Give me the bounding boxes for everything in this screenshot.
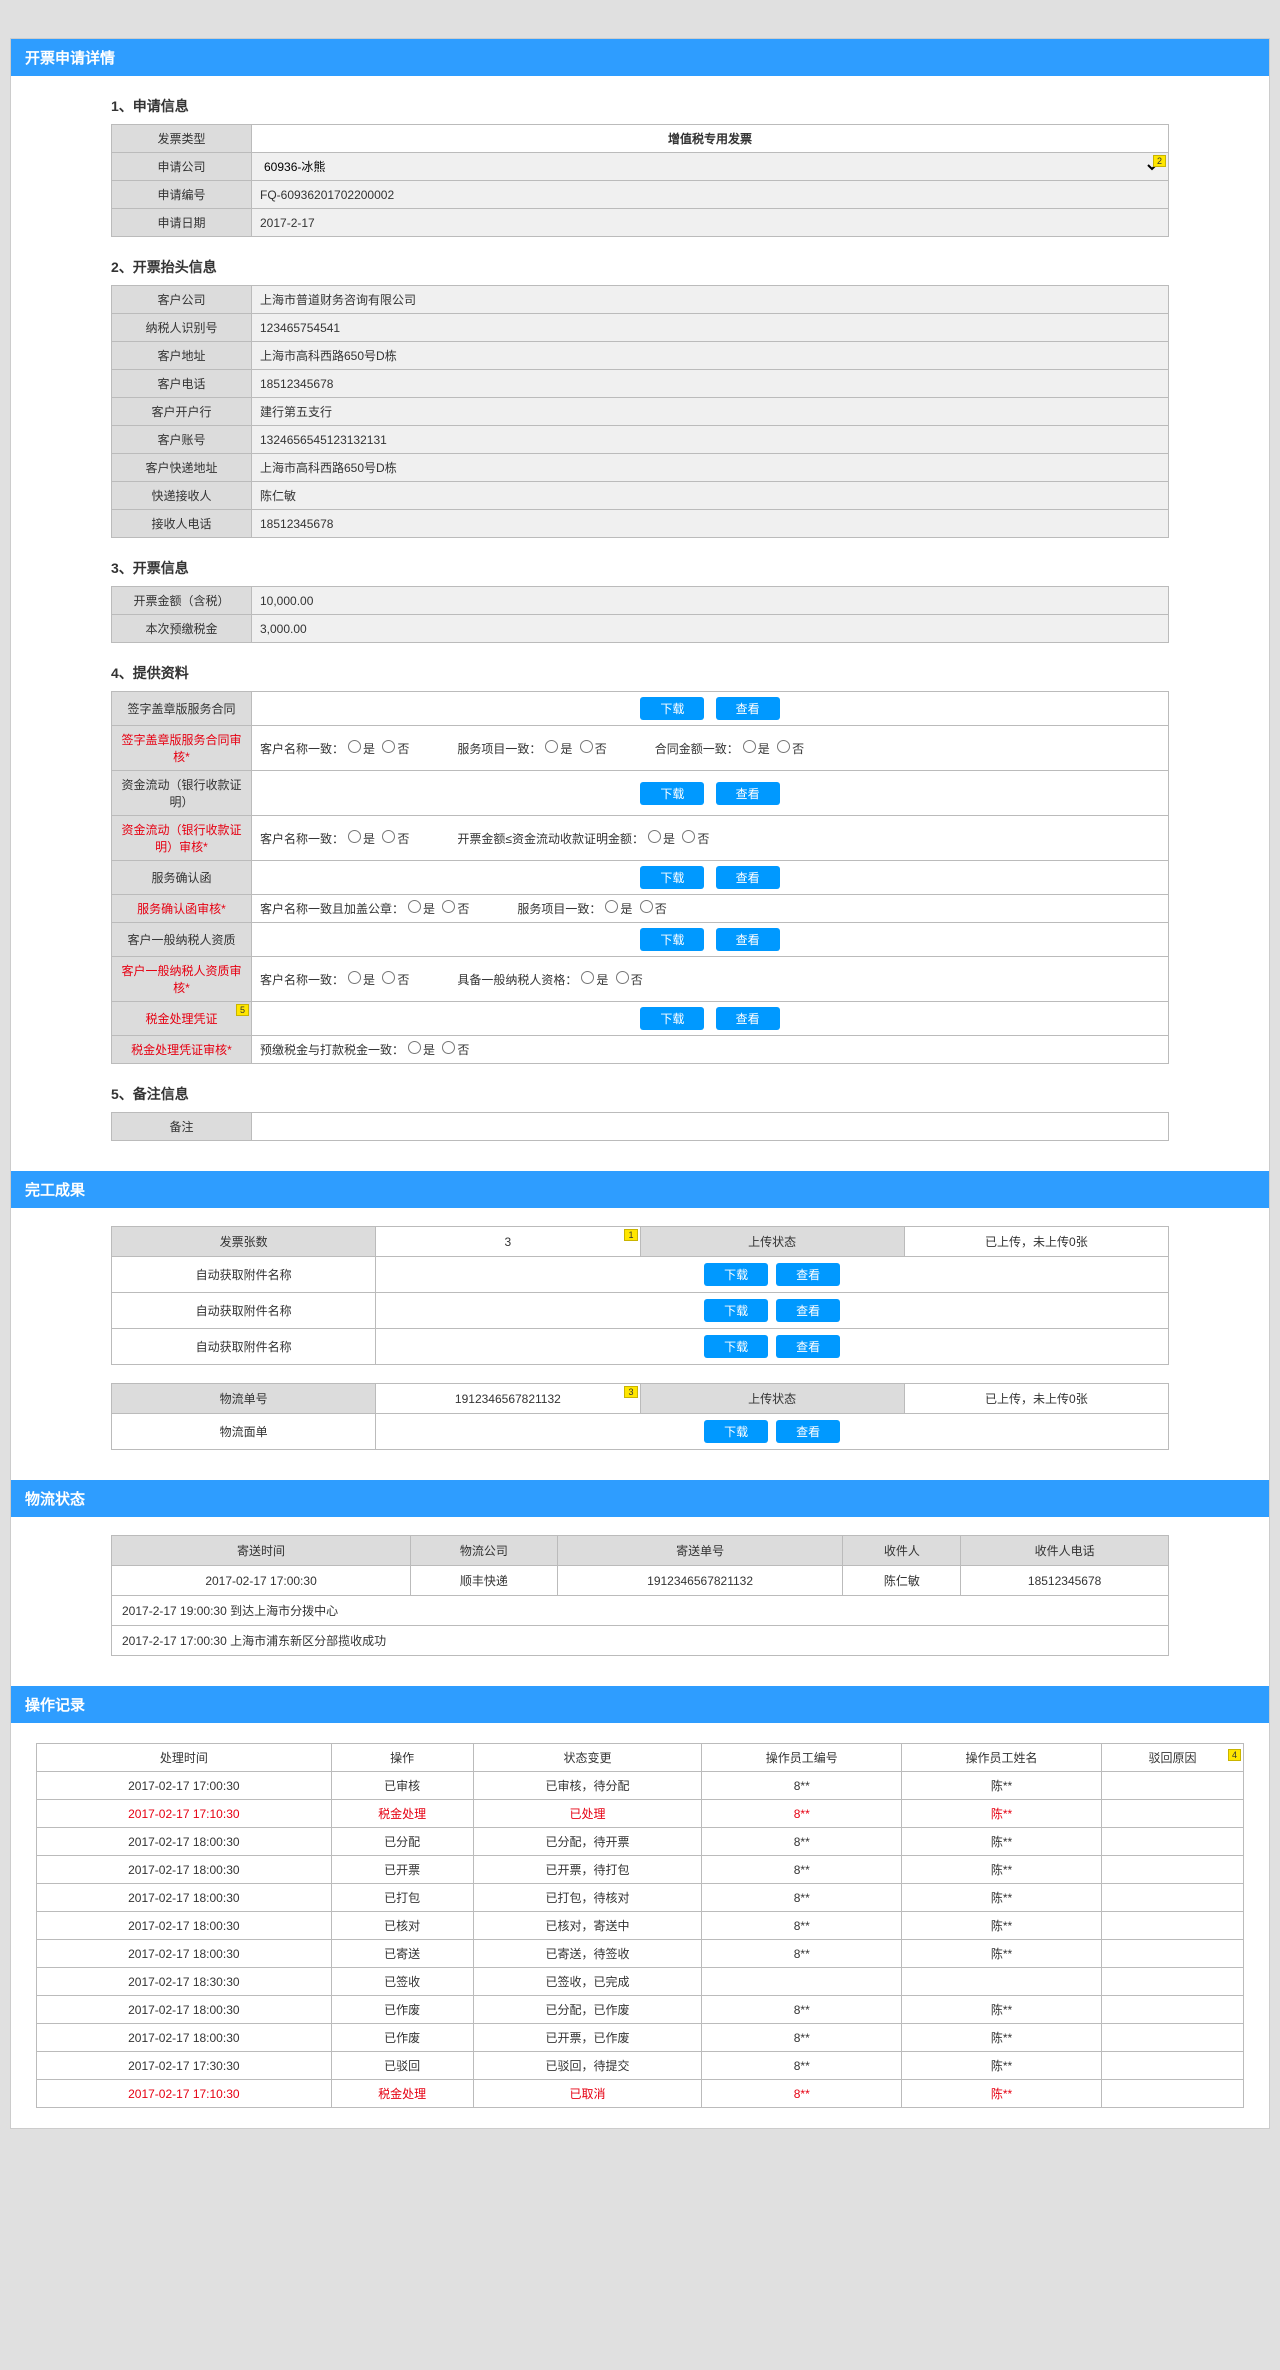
section2-title: 2、开票抬头信息 xyxy=(111,257,1169,277)
check-stamp: 客户名称一致且加盖公章：是 否 xyxy=(260,900,469,917)
tag-3: 3 xyxy=(624,1386,637,1398)
header-result: 完工成果 xyxy=(11,1171,1269,1208)
table-row: 2017-02-17 17:00:30 顺丰快递 191234656782113… xyxy=(112,1566,1169,1596)
table-row: 2017-02-17 18:00:30已作废已分配，已作废8**陈** xyxy=(37,1996,1244,2024)
download-button[interactable]: 下载 xyxy=(640,866,704,889)
table-row: 2017-02-17 18:00:30已打包已打包，待核对8**陈** xyxy=(37,1884,1244,1912)
amount-table: 开票金额（含税）10,000.00 本次预缴税金3,000.00 xyxy=(111,586,1169,643)
view-button[interactable]: 查看 xyxy=(776,1420,840,1443)
view-button[interactable]: 查看 xyxy=(716,782,780,805)
check-custname: 客户名称一致：是 否 xyxy=(260,971,409,988)
materials-table: 签字盖章版服务合同 下载 查看 签字盖章版服务合同审核* 客户名称一致：是 否 … xyxy=(111,691,1169,1064)
download-button[interactable]: 下载 xyxy=(704,1299,768,1322)
check-svcitem: 服务项目一致：是 否 xyxy=(457,740,606,757)
section4-title: 4、提供资料 xyxy=(111,663,1169,683)
value-apply-number: FQ-60936201702200002 xyxy=(252,181,1169,209)
apply-company-select[interactable]: 60936-冰熊 xyxy=(260,159,1160,175)
tag-5: 5 xyxy=(236,1004,249,1016)
check-custname: 客户名称一致：是 否 xyxy=(260,830,409,847)
invoice-header-table: 客户公司上海市普道财务咨询有限公司 纳税人识别号123465754541 客户地… xyxy=(111,285,1169,538)
table-row: 物流面单下载查看 xyxy=(112,1414,1169,1450)
tag-4: 4 xyxy=(1228,1749,1241,1761)
table-row: 自动获取附件名称下载查看 xyxy=(112,1329,1169,1365)
check-amount: 合同金额一致：是 否 xyxy=(655,740,804,757)
header-detail: 开票申请详情 xyxy=(11,39,1269,76)
logistics-table: 寄送时间 物流公司 寄送单号 收件人 收件人电话 2017-02-17 17:0… xyxy=(111,1535,1169,1596)
label-apply-date: 申请日期 xyxy=(112,209,252,237)
view-button[interactable]: 查看 xyxy=(776,1335,840,1358)
download-button[interactable]: 下载 xyxy=(704,1263,768,1286)
result-table-b: 物流单号 19123465678211323 上传状态 已上传，未上传0张 物流… xyxy=(111,1383,1169,1450)
download-button[interactable]: 下载 xyxy=(640,1007,704,1030)
table-row: 2017-02-17 18:00:30已寄送已寄送，待签收8**陈** xyxy=(37,1940,1244,1968)
download-button[interactable]: 下载 xyxy=(704,1420,768,1443)
section5-title: 5、备注信息 xyxy=(111,1084,1169,1104)
check-custname: 客户名称一致：是 否 xyxy=(260,740,409,757)
label-apply-number: 申请编号 xyxy=(112,181,252,209)
section1-title: 1、申请信息 xyxy=(111,96,1169,116)
download-button[interactable]: 下载 xyxy=(640,697,704,720)
table-row: 2017-02-17 18:30:30已签收已签收，已完成 xyxy=(37,1968,1244,1996)
header-log: 操作记录 xyxy=(11,1686,1269,1723)
log-table: 处理时间 操作 状态变更 操作员工编号 操作员工姓名 驳回原因 2017-02-… xyxy=(36,1743,1244,2108)
view-button[interactable]: 查看 xyxy=(716,1007,780,1030)
remark-table: 备注 xyxy=(111,1112,1169,1141)
view-button[interactable]: 查看 xyxy=(716,866,780,889)
label-apply-company: 申请公司 xyxy=(112,153,252,181)
view-button[interactable]: 查看 xyxy=(776,1263,840,1286)
tag-2: 2 xyxy=(1153,155,1166,167)
view-button[interactable]: 查看 xyxy=(776,1299,840,1322)
header-logistics: 物流状态 xyxy=(11,1480,1269,1517)
table-row: 2017-02-17 17:10:30税金处理已处理8**陈** xyxy=(37,1800,1244,1828)
download-button[interactable]: 下载 xyxy=(640,782,704,805)
logistics-timeline-1: 2017-2-17 17:00:30 上海市浦东新区分部揽收成功 xyxy=(111,1626,1169,1656)
table-row: 2017-02-17 18:00:30已核对已核对，寄送中8**陈** xyxy=(37,1912,1244,1940)
apply-info-table: 发票类型 增值税专用发票 申请公司 60936-冰熊2 申请编号 FQ-6093… xyxy=(111,124,1169,237)
view-button[interactable]: 查看 xyxy=(716,928,780,951)
table-row: 2017-02-17 18:00:30已开票已开票，待打包8**陈** xyxy=(37,1856,1244,1884)
table-row: 自动获取附件名称下载查看 xyxy=(112,1293,1169,1329)
table-row: 自动获取附件名称下载查看 xyxy=(112,1257,1169,1293)
check-taxqual: 具备一般纳税人资格：是 否 xyxy=(457,971,642,988)
logistics-timeline-0: 2017-2-17 19:00:30 到达上海市分拨中心 xyxy=(111,1596,1169,1626)
check-svcitem: 服务项目一致：是 否 xyxy=(517,900,666,917)
result-table-a: 发票张数 31 上传状态 已上传，未上传0张 自动获取附件名称下载查看 自动获取… xyxy=(111,1226,1169,1365)
remark-value xyxy=(252,1113,1169,1141)
table-row: 2017-02-17 18:00:30已分配已分配，待开票8**陈** xyxy=(37,1828,1244,1856)
table-row: 2017-02-17 17:30:30已驳回已驳回，待提交8**陈** xyxy=(37,2052,1244,2080)
table-row: 2017-02-17 17:10:30税金处理已取消8**陈** xyxy=(37,2080,1244,2108)
check-prepaytax: 预缴税金与打款税金一致：是 否 xyxy=(260,1041,469,1058)
tag-1: 1 xyxy=(624,1229,637,1241)
value-apply-date: 2017-2-17 xyxy=(252,209,1169,237)
table-row: 2017-02-17 18:00:30已作废已开票，已作废8**陈** xyxy=(37,2024,1244,2052)
check-fundamt: 开票金额≤资金流动收款证明金额：是 否 xyxy=(457,830,709,847)
view-button[interactable]: 查看 xyxy=(716,697,780,720)
value-invoice-type: 增值税专用发票 xyxy=(252,125,1169,153)
table-row: 2017-02-17 17:00:30已审核已审核，待分配8**陈** xyxy=(37,1772,1244,1800)
download-button[interactable]: 下载 xyxy=(704,1335,768,1358)
label-invoice-type: 发票类型 xyxy=(112,125,252,153)
section3-title: 3、开票信息 xyxy=(111,558,1169,578)
download-button[interactable]: 下载 xyxy=(640,928,704,951)
